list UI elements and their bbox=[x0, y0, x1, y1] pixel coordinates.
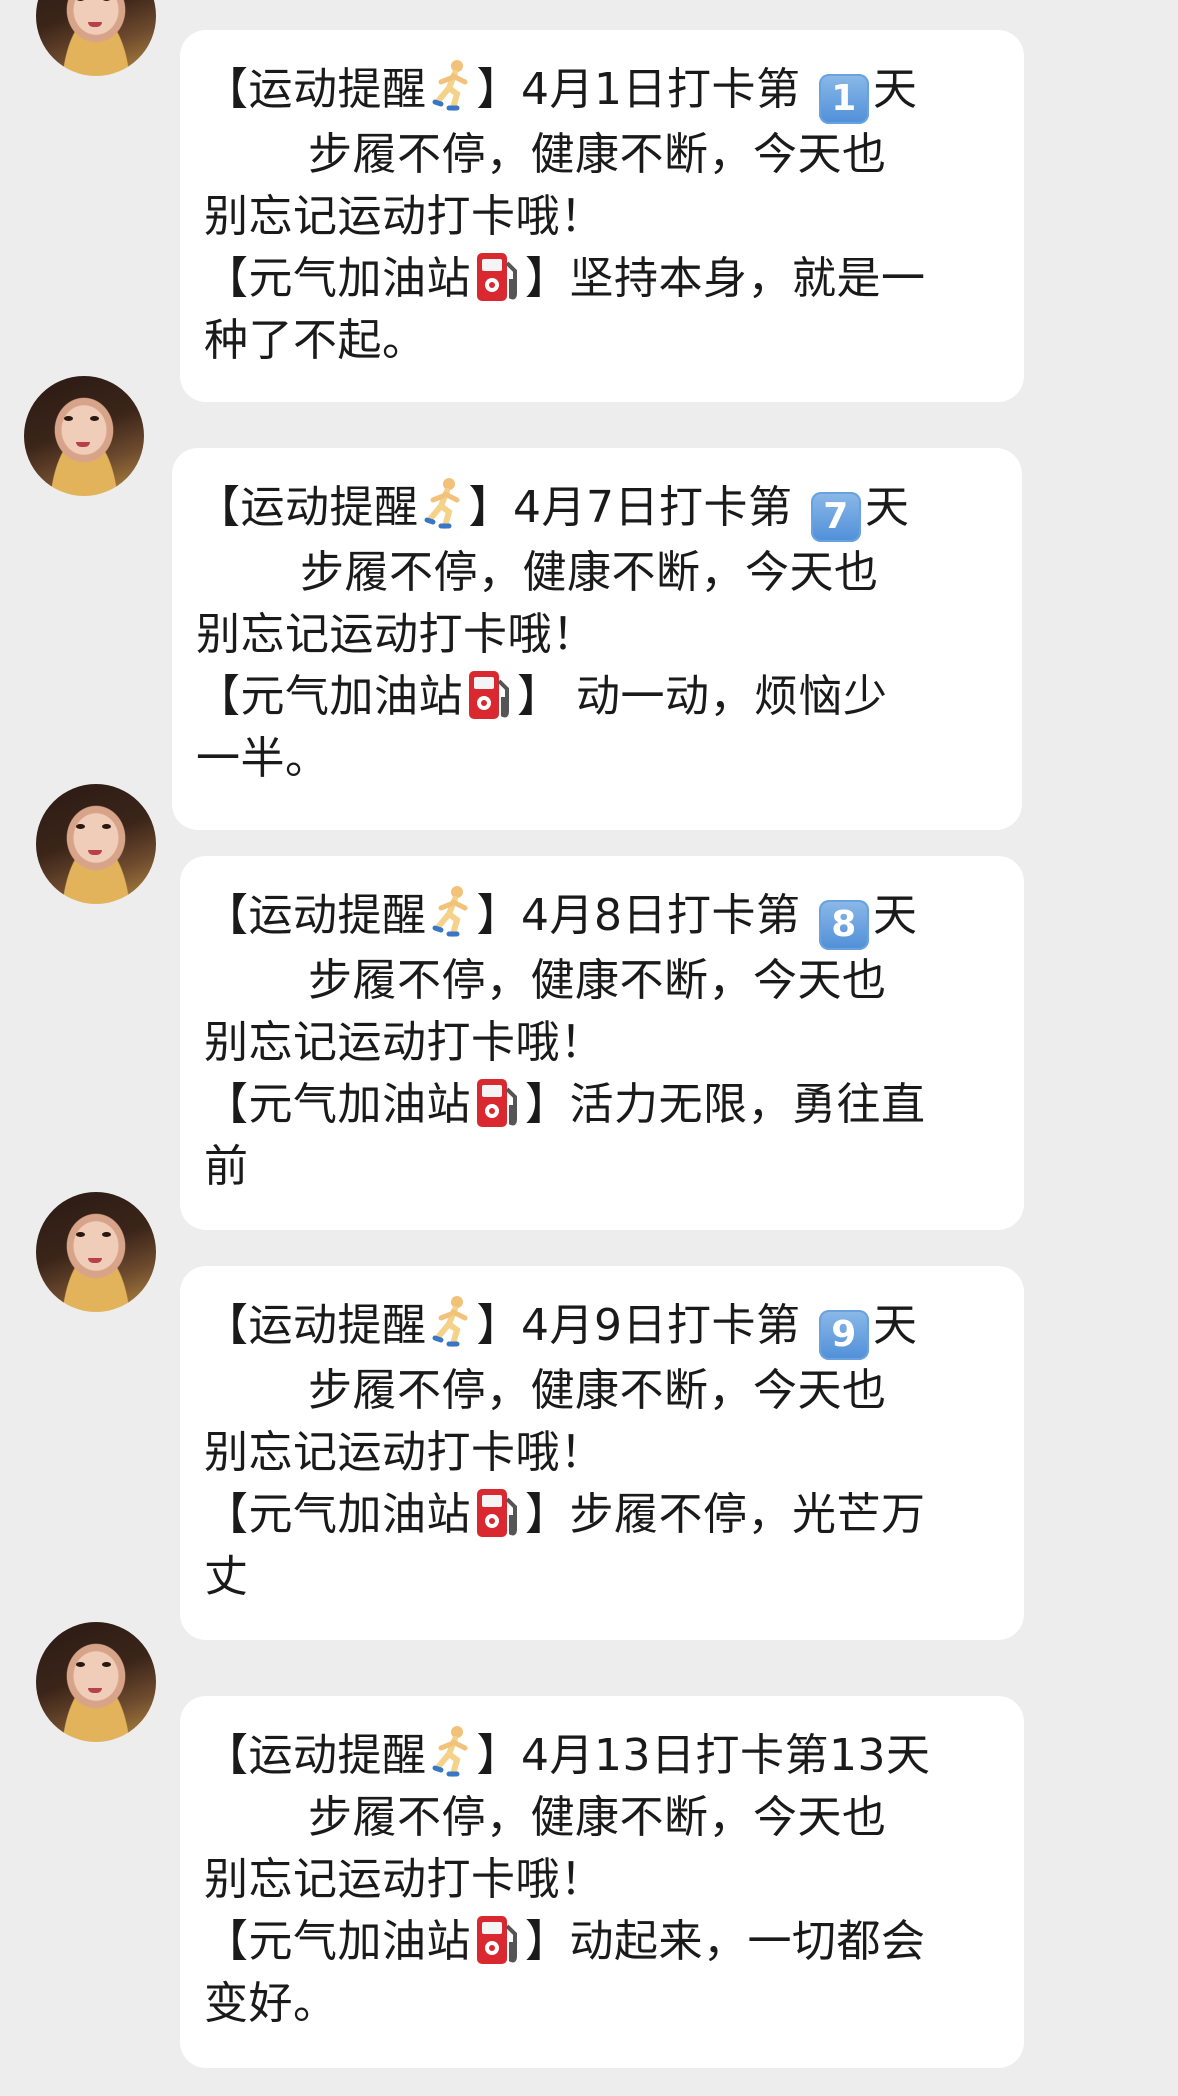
fuel-pump-icon bbox=[477, 1489, 517, 1537]
fuel-pump-icon bbox=[469, 671, 509, 719]
message-bubble[interactable]: 【运动提醒 】4月8日打卡第 8天 步履不停，健康不断，今天也 别忘记运动打卡哦！… bbox=[180, 856, 1024, 1230]
message-bubble[interactable]: 【运动提醒 】4月13日打卡第13天 步履不停，健康不断，今天也 别忘记运动打卡哦… bbox=[180, 1696, 1024, 2068]
bracket-label: 【运动提醒 bbox=[196, 482, 419, 533]
fuel-pump-icon bbox=[477, 253, 517, 301]
message-line: 步履不停，健康不断，今天也 bbox=[308, 1365, 887, 1416]
sender-avatar[interactable] bbox=[36, 1622, 156, 1742]
date-text: 】4月13日打卡第13天 bbox=[476, 1730, 931, 1781]
message-bubble[interactable]: 【运动提醒 】4月7日打卡第 7天 步履不停，健康不断，今天也 别忘记运动打卡哦！… bbox=[172, 448, 1022, 830]
message-line: 步履不停，健康不断，今天也 bbox=[308, 1792, 887, 1843]
running-person-icon bbox=[432, 1726, 467, 1777]
keycap-digit-icon: 7 bbox=[810, 492, 861, 542]
message-line: 步履不停，健康不断，今天也 bbox=[308, 129, 887, 180]
running-person-icon bbox=[432, 886, 467, 937]
bracket-label: 【运动提醒 bbox=[204, 890, 427, 941]
message-line: 一半。 bbox=[196, 733, 330, 784]
quote-text: 】 动一动，烦恼少 bbox=[517, 671, 888, 722]
message-line: 别忘记运动打卡哦！ bbox=[204, 191, 605, 242]
sender-avatar[interactable] bbox=[36, 1192, 156, 1312]
message-bubble[interactable]: 【运动提醒 】4月9日打卡第 9天 步履不停，健康不断，今天也 别忘记运动打卡哦！… bbox=[180, 1266, 1024, 1640]
bracket-label: 【元气加油站 bbox=[196, 671, 463, 722]
bracket-label: 【运动提醒 bbox=[204, 1730, 427, 1781]
message-line: 别忘记运动打卡哦！ bbox=[204, 1854, 605, 1905]
day-text: 天 bbox=[872, 890, 918, 941]
bracket-label: 【运动提醒 bbox=[204, 64, 427, 115]
date-text: 】4月7日打卡第 bbox=[468, 482, 807, 533]
message-line: 种了不起。 bbox=[204, 315, 427, 366]
message-line: 前 bbox=[204, 1141, 249, 1192]
quote-text: 】坚持本身，就是一 bbox=[525, 253, 926, 304]
quote-text: 】活力无限，勇往直 bbox=[525, 1079, 926, 1130]
day-text: 天 bbox=[872, 64, 918, 115]
fuel-pump-icon bbox=[477, 1079, 517, 1127]
date-text: 】4月8日打卡第 bbox=[476, 890, 815, 941]
quote-text: 】动起来，一切都会 bbox=[525, 1916, 926, 1967]
running-person-icon bbox=[424, 478, 459, 529]
keycap-digit-icon: 1 bbox=[818, 74, 869, 124]
quote-text: 】步履不停，光芒万 bbox=[525, 1489, 926, 1540]
bracket-label: 【元气加油站 bbox=[204, 1489, 471, 1540]
sender-avatar[interactable] bbox=[36, 784, 156, 904]
keycap-digit-icon: 8 bbox=[818, 900, 869, 950]
date-text: 】4月9日打卡第 bbox=[476, 1300, 815, 1351]
message-line: 别忘记运动打卡哦！ bbox=[196, 609, 597, 660]
message-line: 丈 bbox=[204, 1551, 249, 1602]
keycap-digit-icon: 9 bbox=[818, 1310, 869, 1360]
message-line: 别忘记运动打卡哦！ bbox=[204, 1427, 605, 1478]
bracket-label: 【元气加油站 bbox=[204, 1079, 471, 1130]
sender-avatar[interactable] bbox=[36, 0, 156, 76]
fuel-pump-icon bbox=[477, 1916, 517, 1964]
day-text: 天 bbox=[864, 482, 910, 533]
running-person-icon bbox=[432, 1296, 467, 1347]
day-text: 天 bbox=[872, 1300, 918, 1351]
date-text: 】4月1日打卡第 bbox=[476, 64, 815, 115]
running-person-icon bbox=[432, 60, 467, 111]
message-line: 步履不停，健康不断，今天也 bbox=[300, 547, 879, 598]
bracket-label: 【运动提醒 bbox=[204, 1300, 427, 1351]
message-bubble[interactable]: 【运动提醒 】4月1日打卡第 1天 步履不停，健康不断，今天也 别忘记运动打卡哦！… bbox=[180, 30, 1024, 402]
message-line: 变好。 bbox=[204, 1978, 338, 2029]
bracket-label: 【元气加油站 bbox=[204, 253, 471, 304]
bracket-label: 【元气加油站 bbox=[204, 1916, 471, 1967]
message-line: 别忘记运动打卡哦！ bbox=[204, 1017, 605, 1068]
sender-avatar[interactable] bbox=[24, 376, 144, 496]
message-line: 步履不停，健康不断，今天也 bbox=[308, 955, 887, 1006]
